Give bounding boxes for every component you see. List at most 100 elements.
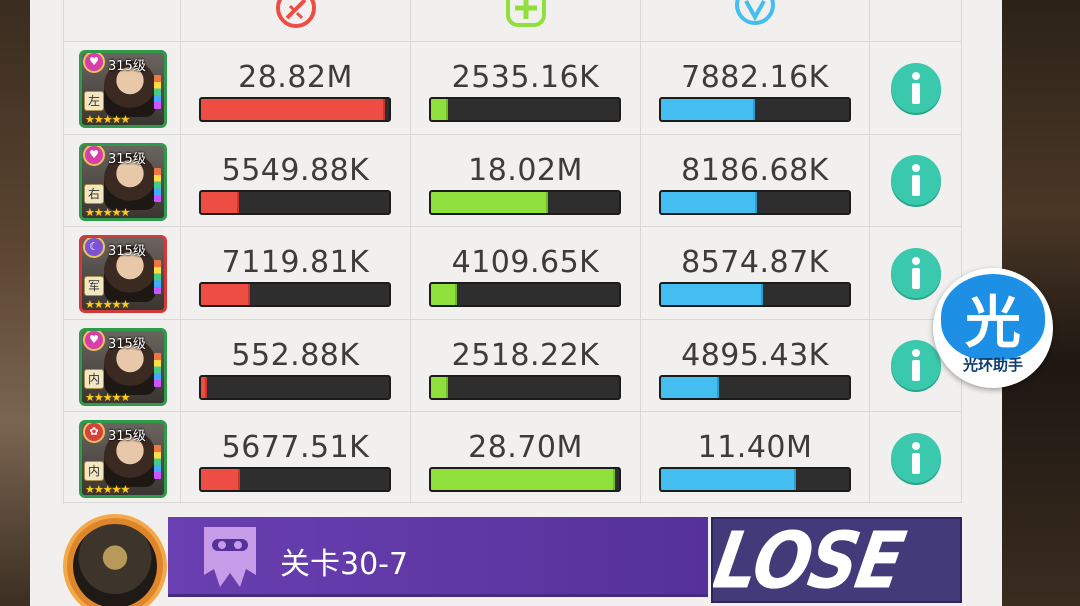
defense-bar-fill [661, 469, 797, 490]
heal-value: 2518.22K [451, 337, 600, 373]
defense-bar [659, 467, 851, 492]
shield-icon [735, 0, 775, 25]
damage-bar [199, 282, 391, 307]
hero-faction-badge: 内 [84, 368, 104, 389]
heal-value: 2535.16K [451, 60, 600, 95]
damage-bar-fill [201, 376, 207, 398]
info-icon[interactable] [891, 432, 941, 483]
hero-cell: ✿ 315级内 ★★★★★ [63, 411, 180, 504]
defense-bar-fill [661, 191, 757, 213]
info-cell [869, 133, 962, 226]
hero-rank-strip [154, 445, 161, 479]
defense-value: 11.40M [697, 430, 813, 465]
grid-line-right [961, 0, 962, 503]
defense-bar [659, 282, 851, 307]
damage-cell: 28.82M [180, 41, 410, 134]
damage-bar-fill [201, 469, 241, 490]
background-left [0, 0, 30, 606]
hero-stars: ★★★★★ [85, 298, 130, 311]
hero-stars: ★★★★★ [85, 483, 130, 496]
hero-portrait[interactable]: ♥ 315级右 ★★★★★ [79, 142, 167, 221]
damage-value: 28.82M [238, 60, 353, 95]
damage-cell: 7119.81K [180, 226, 410, 319]
info-icon-bar [912, 82, 920, 104]
banner-mask-icon [204, 527, 256, 587]
damage-bar [199, 189, 391, 215]
heal-cell: 2535.16K [410, 41, 640, 134]
info-cell [869, 411, 962, 504]
heal-cell: 4109.65K [410, 226, 640, 319]
damage-bar-fill [201, 191, 239, 213]
heal-bar-fill [431, 469, 616, 490]
defense-cell: 11.40M [640, 411, 869, 504]
defense-cell: 4895.43K [640, 318, 869, 411]
heal-cell: 18.02M [410, 133, 640, 226]
damage-bar [199, 97, 391, 122]
hero-level: 315级 [108, 429, 146, 444]
heal-bar-fill [431, 376, 448, 398]
info-icon-dot [912, 441, 920, 450]
watermark-label: 光环助手 [962, 356, 1023, 374]
battle-stats-table: ♥ 315级左 ★★★★★ 28.82M 2535.16K 7882.16K ♥ 315级右 ★… [63, 0, 962, 504]
info-icon[interactable] [891, 62, 941, 113]
info-icon-bar [912, 175, 920, 197]
info-icon-bar [912, 267, 920, 289]
hero-level: 315级 [108, 151, 146, 167]
guanghuan-assistant-watermark[interactable]: 光 光环助手 [933, 268, 1053, 388]
defense-bar-fill [661, 376, 720, 398]
header-hero-cell [63, 0, 180, 41]
info-icon-dot [912, 256, 920, 265]
heart-gem-icon: ♥ [83, 145, 105, 166]
defense-value: 4895.43K [681, 337, 829, 373]
info-icon[interactable] [891, 247, 941, 298]
defense-bar-fill [661, 284, 763, 305]
damage-value: 552.88K [231, 337, 360, 373]
hero-rank-strip [154, 167, 161, 202]
hero-level: 315级 [108, 244, 146, 259]
info-cell [869, 41, 962, 134]
hero-portrait[interactable]: ☾ 315级军 ★★★★★ [79, 235, 167, 313]
heal-bar-fill [431, 191, 548, 213]
hero-stars: ★★★★★ [85, 205, 130, 219]
watermark-glyph: 光 [965, 291, 1021, 356]
defense-cell: 8574.87K [640, 226, 869, 319]
heal-bar [429, 282, 621, 307]
defense-value: 8574.87K [681, 245, 829, 280]
result-box: LOSE [711, 517, 962, 603]
defense-bar [659, 189, 851, 215]
info-icon-bar [912, 452, 920, 474]
info-icon-bar [912, 360, 920, 382]
stage-bar: 关卡30-7 [168, 517, 708, 597]
heal-value: 18.02M [468, 152, 583, 188]
heal-value: 28.70M [468, 430, 583, 465]
red-gem-icon: ✿ [83, 423, 105, 443]
heal-value: 4109.65K [451, 245, 600, 280]
hero-stars: ★★★★★ [85, 390, 130, 404]
hero-portrait[interactable]: ♥ 315级内 ★★★★★ [79, 327, 167, 406]
broken-sword-icon [275, 0, 316, 28]
hero-portrait[interactable]: ✿ 315级内 ★★★★★ [79, 420, 167, 498]
heal-bar-fill [431, 99, 448, 120]
hero-rank-strip [154, 352, 161, 387]
info-icon[interactable] [891, 155, 941, 206]
hero-portrait[interactable]: ♥ 315级左 ★★★★★ [79, 50, 167, 128]
heart-gem-icon: ♥ [83, 53, 105, 73]
hero-faction-badge: 内 [84, 461, 104, 481]
heal-bar [429, 189, 621, 215]
hero-faction-badge: 军 [84, 276, 104, 296]
damage-bar [199, 467, 391, 492]
hero-rank-strip [154, 260, 161, 294]
damage-bar-fill [201, 284, 250, 305]
damage-cell: 552.88K [180, 318, 410, 411]
hero-cell: ☾ 315级军 ★★★★★ [63, 226, 180, 319]
heal-bar-fill [431, 284, 458, 305]
hero-level: 315级 [108, 336, 146, 352]
heal-bar [429, 374, 621, 400]
defense-bar [659, 374, 851, 400]
header-info-cell [869, 0, 962, 41]
hero-rank-strip [154, 75, 161, 109]
damage-value: 5549.88K [221, 152, 370, 188]
plus-cross-icon [505, 0, 546, 27]
player-avatar[interactable] [63, 514, 167, 606]
defense-value: 8186.68K [681, 152, 829, 188]
